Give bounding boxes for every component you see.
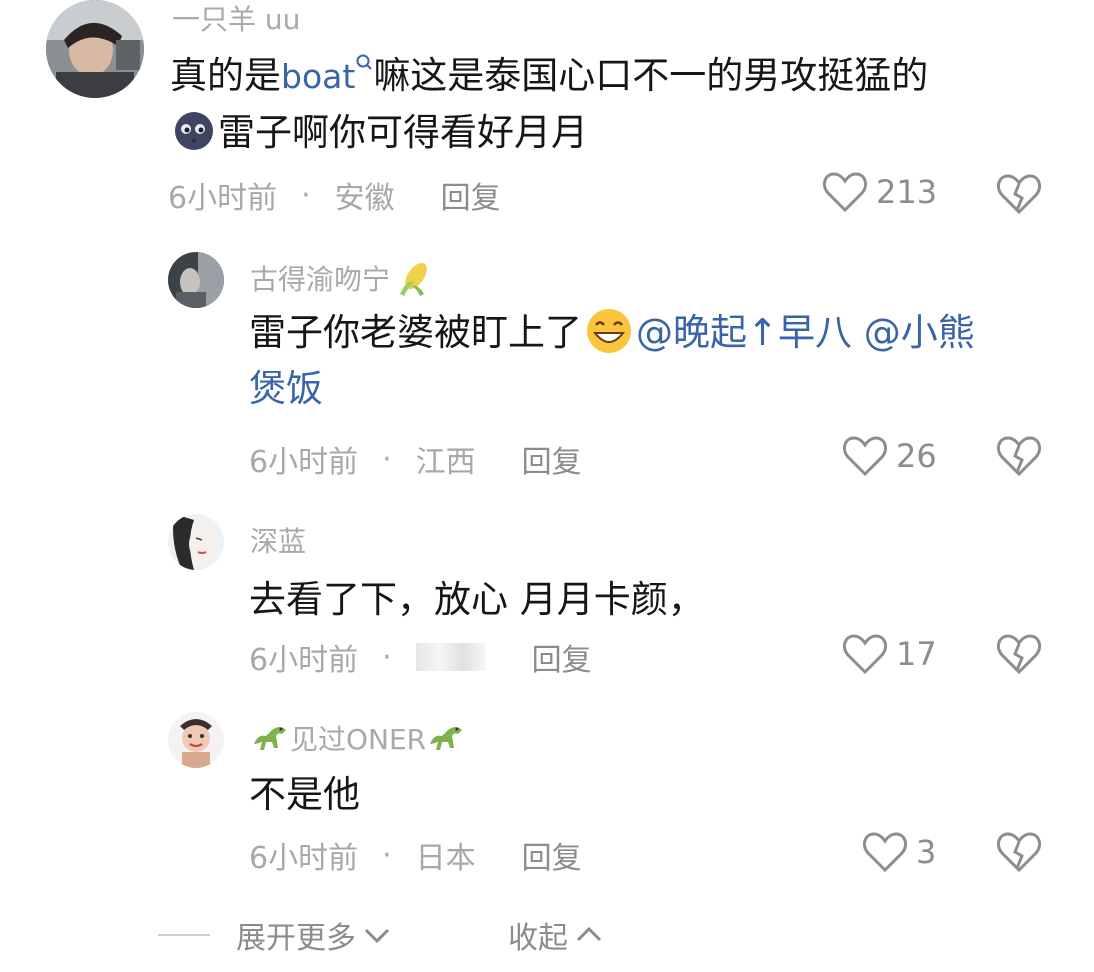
chevron-up-icon <box>576 926 602 942</box>
username[interactable]: 一只羊 uu <box>172 0 300 36</box>
comment-meta: 6小时前 · 安徽 回复 <box>168 173 501 217</box>
comment-text: 不是他 <box>249 773 360 816</box>
mention-link[interactable]: @晚起↑早八 <box>636 311 852 354</box>
thread-footer: 展开更多 收起 <box>0 905 1094 961</box>
like-count: 17 <box>896 635 937 673</box>
chevron-down-icon <box>364 928 390 944</box>
reply-button[interactable]: 回复 <box>522 437 582 481</box>
broken-heart-icon <box>996 634 1042 675</box>
like-button[interactable]: 213 <box>822 170 937 214</box>
avatar[interactable] <box>168 514 224 570</box>
moon-emoji-icon <box>175 112 213 150</box>
reply-button[interactable]: 回复 <box>532 635 592 679</box>
like-button[interactable]: 3 <box>862 830 936 874</box>
like-count: 213 <box>876 173 938 211</box>
grin-emoji-icon <box>587 309 631 353</box>
dinosaur-icon <box>430 727 463 750</box>
broken-heart-icon <box>996 436 1042 477</box>
dinosaur-icon <box>254 727 286 750</box>
like-button[interactable]: 26 <box>842 434 937 478</box>
like-button[interactable]: 17 <box>842 632 937 676</box>
heart-outline-icon <box>842 436 888 477</box>
dislike-button[interactable] <box>996 632 1042 680</box>
collapse-button[interactable]: 收起 <box>508 913 604 957</box>
dislike-button[interactable] <box>996 172 1042 220</box>
divider <box>158 934 210 936</box>
like-count: 26 <box>896 437 937 475</box>
broken-heart-icon <box>996 832 1042 873</box>
heart-outline-icon <box>842 634 888 675</box>
heart-outline-icon <box>822 172 868 213</box>
comment-meta: 6小时前 · 日本 回复 <box>249 833 582 877</box>
reply-button[interactable]: 回复 <box>522 833 582 877</box>
heart-outline-icon <box>862 832 908 873</box>
avatar[interactable] <box>168 712 224 768</box>
expand-more-button[interactable]: 展开更多 <box>236 913 392 957</box>
corn-icon <box>400 262 427 296</box>
reply-button[interactable]: 回复 <box>441 173 501 217</box>
search-icon <box>356 54 373 70</box>
broken-heart-icon <box>996 174 1042 215</box>
username[interactable]: 见过ONER <box>250 718 466 758</box>
avatar[interactable] <box>168 252 224 308</box>
username[interactable]: 深蓝 <box>250 520 306 560</box>
comment-text: 雷子你老婆被盯上了 @晚起↑早八 @小熊 煲饭 <box>249 305 1049 417</box>
location-redacted <box>415 643 486 671</box>
comment-text: 去看了下，放心 月月卡颜， <box>249 578 705 621</box>
comment-text: 真的是boat 嘛这是泰国心口不一的男攻挺猛的 雷子啊你可得看好月月 <box>170 54 929 154</box>
dislike-button[interactable] <box>996 434 1042 482</box>
username[interactable]: 古得渝吻宁 <box>250 258 434 298</box>
search-link[interactable]: boat <box>281 54 373 97</box>
avatar[interactable] <box>46 0 144 98</box>
comment-meta: 6小时前 · 回复 <box>249 635 592 679</box>
like-count: 3 <box>916 833 937 871</box>
comment-meta: 6小时前 · 江西 回复 <box>249 437 582 481</box>
dislike-button[interactable] <box>996 830 1042 878</box>
